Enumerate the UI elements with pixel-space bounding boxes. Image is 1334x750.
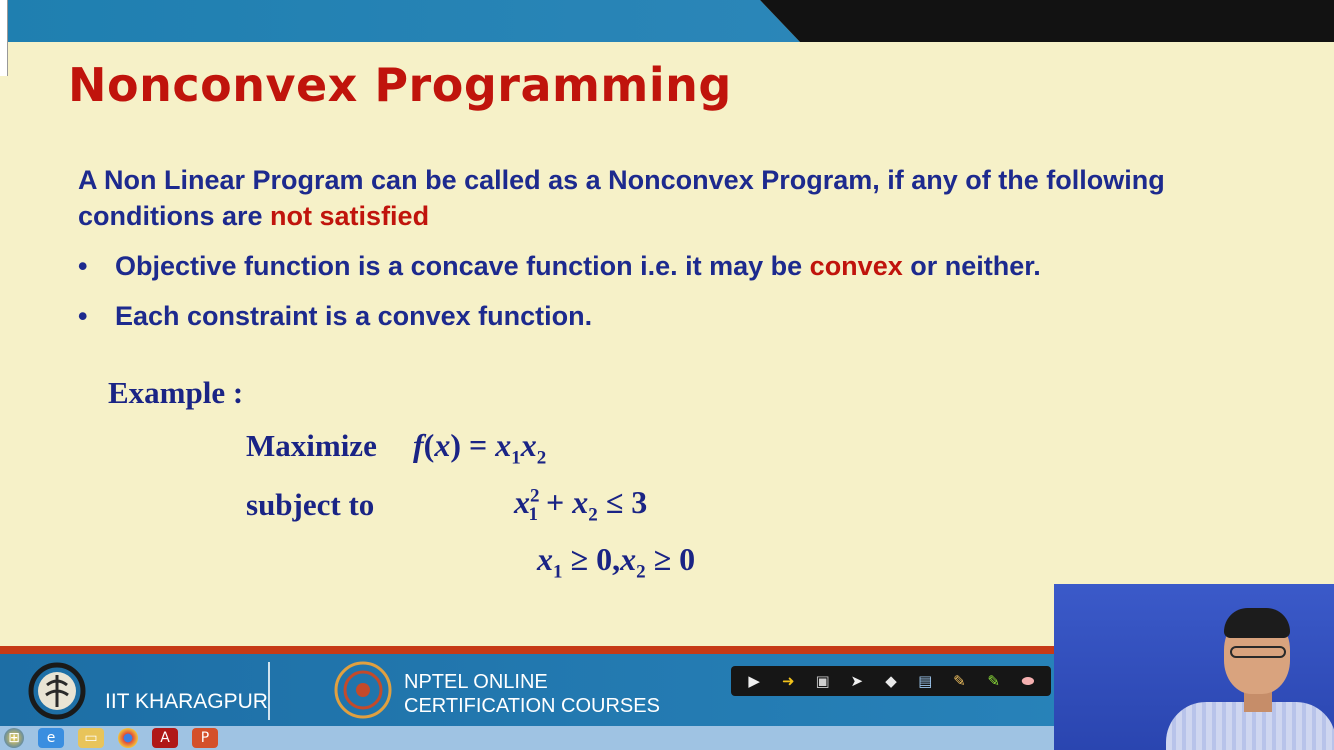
nptel-logo-icon: [334, 661, 392, 719]
folder-icon[interactable]: ▭: [78, 728, 104, 748]
screen-icon[interactable]: ▤: [915, 672, 935, 690]
bullet-dot: •: [78, 301, 88, 331]
maximize-label: Maximize: [246, 428, 377, 463]
eraser-icon[interactable]: ◆: [881, 672, 901, 690]
top-banner-black: [760, 0, 1334, 42]
nptel-caption: NPTEL ONLINE CERTIFICATION COURSES: [404, 670, 660, 718]
bullet-text: Each constraint is a convex function.: [115, 301, 593, 331]
presenter-glasses: [1230, 646, 1286, 658]
institute-name: IIT KHARAGPUR: [105, 690, 268, 713]
bullet-dot: •: [78, 251, 88, 281]
window-edge-marker: [0, 0, 8, 76]
pointer-icon[interactable]: ➤: [847, 672, 867, 690]
constraint-2: x1 ≥ 0,x2 ≥ 0: [537, 541, 696, 583]
acrobat-icon[interactable]: A: [152, 728, 178, 748]
annotation-toolbar: ▶ ➜ ▣ ➤ ◆ ▤ ✎ ✎ ⬬: [731, 666, 1051, 696]
presenter-hair: [1224, 608, 1290, 638]
powerpoint-icon[interactable]: P: [192, 728, 218, 748]
internet-explorer-icon[interactable]: e: [38, 728, 64, 748]
camera-icon[interactable]: ▣: [813, 672, 833, 690]
arrow-icon[interactable]: ➜: [778, 672, 798, 690]
presenter-video: [1054, 584, 1334, 750]
os-taskbar: ⊞ e ▭ A P: [0, 726, 1054, 750]
footer-divider: [268, 662, 270, 720]
slide-title: Nonconvex Programming: [68, 58, 732, 112]
subject-to-label: subject to: [246, 487, 375, 522]
example-label: Example :: [108, 375, 244, 410]
pen-icon[interactable]: ✎: [949, 672, 969, 690]
start-icon[interactable]: ⊞: [4, 728, 24, 748]
play-icon[interactable]: ▶: [744, 672, 764, 690]
ink-eraser-icon[interactable]: ⬬: [1018, 672, 1038, 690]
top-banner-blue: [0, 0, 800, 42]
highlighter-icon[interactable]: ✎: [984, 672, 1004, 690]
list-item: • Objective function is a concave functi…: [78, 246, 1041, 296]
bullet-text-end: or neither.: [902, 251, 1041, 281]
constraint-1: x21 + x2 ≤ 3: [514, 484, 648, 526]
bullet-highlight: convex: [809, 251, 903, 281]
chrome-icon[interactable]: [118, 728, 138, 748]
intro-paragraph: A Non Linear Program can be called as a …: [78, 162, 1258, 234]
iit-kharagpur-logo-icon: [28, 662, 86, 720]
bullet-text: Objective function is a concave function…: [115, 251, 810, 281]
nptel-line-2: CERTIFICATION COURSES: [404, 695, 660, 717]
condition-list: • Objective function is a concave functi…: [78, 246, 1041, 346]
intro-text: A Non Linear Program can be called as a …: [78, 165, 1165, 231]
list-item: • Each constraint is a convex function.: [78, 296, 1041, 346]
nptel-line-1: NPTEL ONLINE: [404, 671, 548, 693]
objective-function: f(x) = x1x2: [413, 427, 547, 469]
intro-highlight: not satisfied: [270, 201, 430, 231]
